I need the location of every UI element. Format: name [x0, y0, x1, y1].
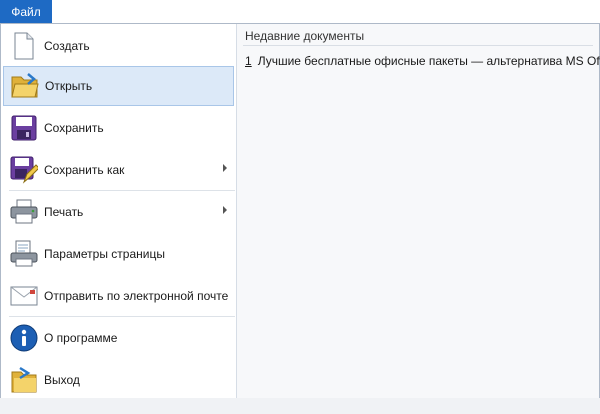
exit-icon [8, 364, 40, 396]
save-disk-icon [8, 112, 40, 144]
menu-item-save[interactable]: Сохранить [3, 108, 234, 148]
menu-separator [9, 316, 235, 317]
menu-item-new[interactable]: Создать [3, 26, 234, 66]
file-menu-commands: Создать Открыть Сохранить Сохранить как [1, 24, 236, 398]
email-icon [8, 280, 40, 312]
menu-item-about[interactable]: О программе [3, 318, 234, 358]
new-document-icon [8, 30, 40, 62]
recent-title-divider [243, 45, 593, 46]
menu-item-open[interactable]: Открыть [3, 66, 234, 106]
menu-item-label: Отправить по электронной почте [44, 289, 229, 303]
recent-documents-title: Недавние документы [245, 29, 365, 43]
menu-item-label: О программе [44, 331, 118, 345]
menu-item-print[interactable]: Печать [3, 192, 234, 232]
file-tab[interactable]: Файл [0, 0, 52, 23]
open-folder-icon [9, 70, 41, 102]
submenu-arrow-icon [223, 164, 227, 172]
recent-document-name: Лучшие бесплатные офисные пакеты — альте… [257, 54, 600, 68]
page-setup-icon [8, 238, 40, 270]
file-menu-panel: Создать Открыть Сохранить Сохранить как [0, 23, 600, 399]
recent-document-item[interactable]: 1 Лучшие бесплатные офисные пакеты — альт… [245, 54, 600, 68]
menu-item-send-email[interactable]: Отправить по электронной почте [3, 276, 234, 316]
printer-icon [8, 196, 40, 228]
menu-item-label: Сохранить как [44, 163, 125, 177]
save-as-icon [8, 154, 40, 186]
submenu-arrow-icon [223, 206, 227, 214]
bottom-strip [0, 398, 600, 414]
menu-item-label: Печать [44, 205, 84, 219]
menu-item-page-setup[interactable]: Параметры страницы [3, 234, 234, 274]
menu-item-label: Выход [44, 373, 80, 387]
ribbon-tab-bar: Файл [0, 0, 600, 23]
recent-documents-panel: Недавние документы 1 Лучшие бесплатные оф… [237, 24, 600, 398]
menu-item-save-as[interactable]: Сохранить как [3, 150, 234, 190]
menu-item-label: Сохранить [44, 121, 104, 135]
info-icon [8, 322, 40, 354]
menu-item-exit[interactable]: Выход [3, 360, 234, 400]
recent-document-number: 1 [245, 54, 252, 68]
menu-separator [9, 190, 235, 191]
menu-item-label: Открыть [45, 79, 93, 93]
menu-item-label: Параметры страницы [44, 247, 165, 261]
menu-item-label: Создать [44, 39, 90, 53]
